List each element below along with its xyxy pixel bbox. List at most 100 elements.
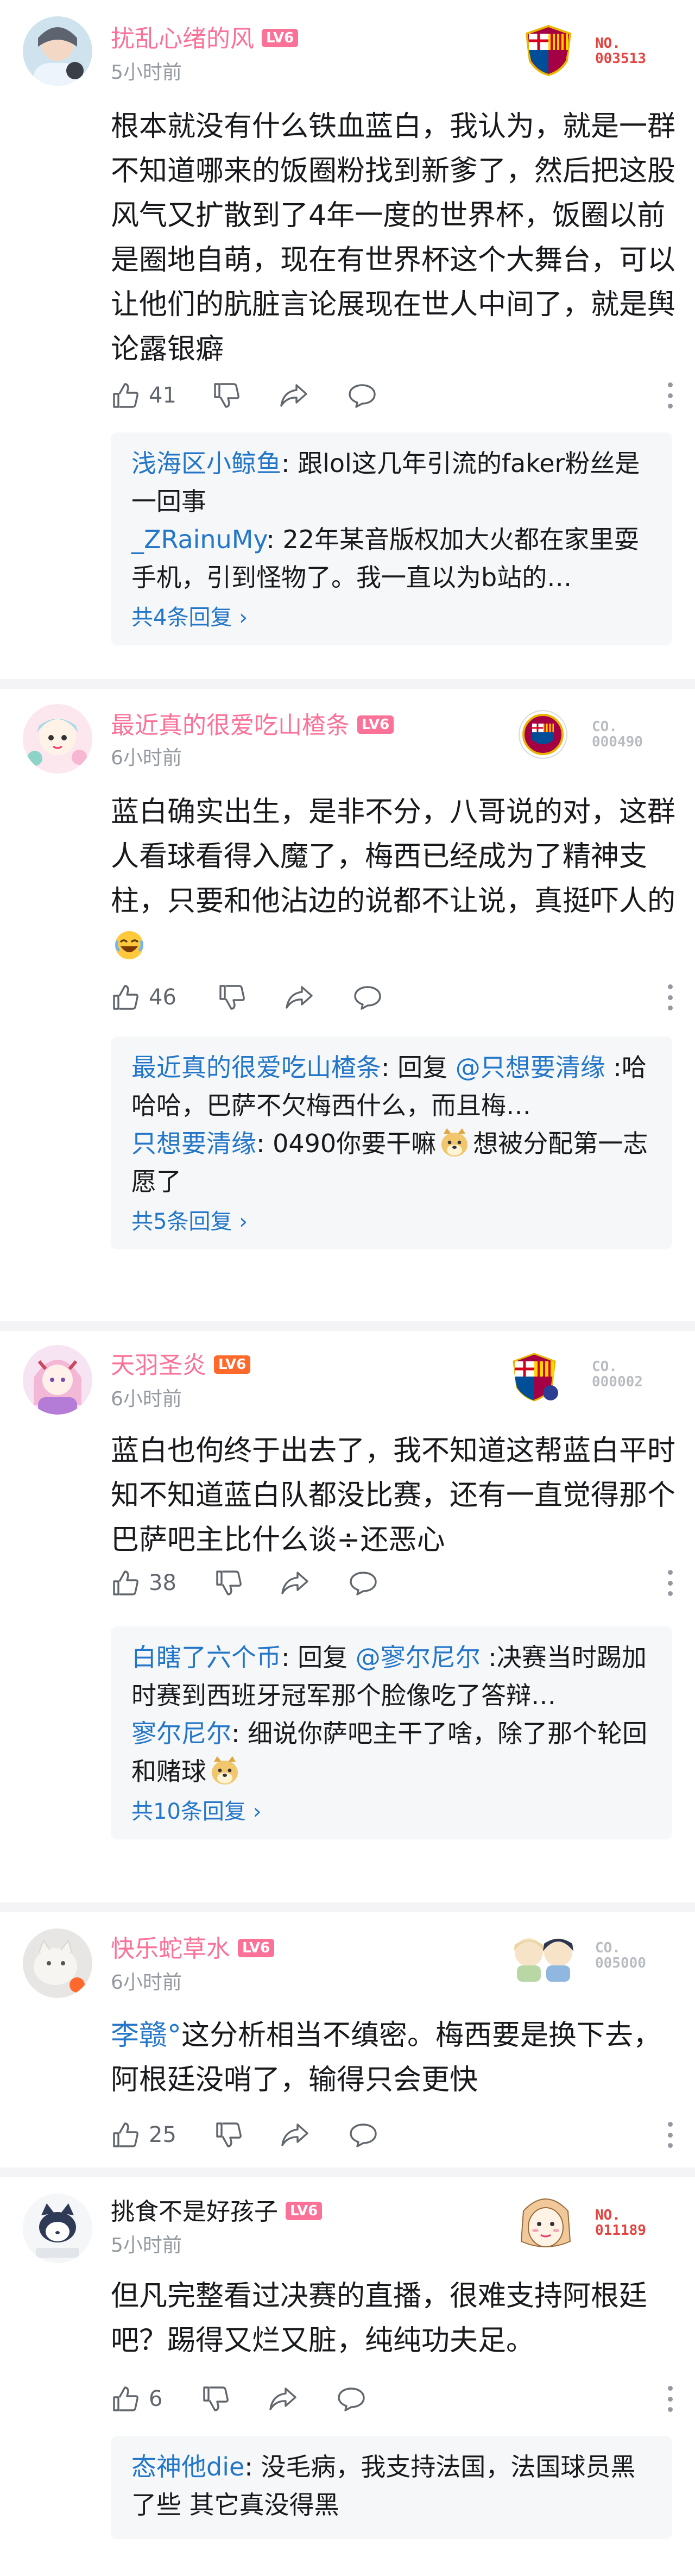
like-button[interactable]: 46 [111,981,176,1014]
comment-content: 根本就没有什么铁血蓝白，我认为，就是一群不知道哪来的饭圈粉找到新爹了，然后把这股… [111,110,676,366]
doge-emoji [208,1754,241,1787]
reply-preview[interactable]: 态神他die: 没毛病，我支持法国，法国球员黑了些 其它真没得黑 [111,2436,672,2539]
dislike-button[interactable] [212,379,241,412]
dislike-icon [214,1568,243,1598]
share-button[interactable] [268,2383,298,2415]
avatar[interactable] [23,704,92,774]
share-button[interactable] [280,2119,309,2151]
username[interactable]: 扰乱心绪的风 LV6 [111,24,299,54]
more-icon[interactable] [665,2386,675,2412]
like-count: 41 [149,383,176,408]
fan-badge-icon [516,2189,576,2254]
level-badge: LV6 [214,1355,251,1374]
reply-author[interactable]: 寥尔尼尔 [131,1719,231,1748]
like-button[interactable]: 41 [111,379,176,412]
share-button[interactable] [280,1567,309,1599]
fan-badge-number: NO. 003513 [595,35,646,67]
comment-item: 挑食不是好孩子 LV6 5小时前 NO. 011189 但凡完整看过决赛的直播，很… [0,2177,695,2576]
share-icon [280,2120,309,2150]
dislike-button[interactable] [214,1567,243,1599]
fan-badge-icon [516,707,570,762]
reply-item[interactable]: 态神他die: 没毛病，我支持法国，法国球员黑了些 其它真没得黑 [131,2448,652,2524]
comment-icon [349,1568,378,1598]
like-count: 25 [149,2122,176,2147]
reply-button[interactable] [349,2119,378,2151]
fan-badge-number: CO. 000490 [592,719,643,750]
comment-actions: 38 [111,1567,675,1599]
share-button[interactable] [285,981,314,1014]
share-button[interactable] [279,379,308,412]
content-mention[interactable]: 李赣° [111,2019,181,2052]
username[interactable]: 挑食不是好孩子 LV6 [111,2197,323,2227]
avatar[interactable] [23,2194,92,2263]
like-button[interactable]: 25 [111,2119,176,2151]
more-icon[interactable] [665,984,675,1010]
reply-mention[interactable]: @只想要清缘 [456,1053,605,1082]
reply-item[interactable]: _ZRainuMy: 22年某音版权加大火都在家里耍手机，引到怪物了。我一直以为… [131,520,652,596]
comment-icon [353,983,382,1012]
like-button[interactable]: 6 [111,2383,162,2415]
reply-button[interactable] [348,379,377,412]
reply-item[interactable]: 寥尔尼尔: 细说你萨吧主干了啥，除了那个轮回和赌球 [131,1714,652,1790]
more-icon[interactable] [665,382,675,409]
divider [0,1321,695,1331]
reply-preview[interactable]: 最近真的很爱吃山楂条: 回复 @只想要清缘 :哈哈哈，巴萨不欠梅西什么，而且梅…… [111,1036,672,1249]
comment-content: 但凡完整看过决赛的直播，很难支持阿根廷吧？踢得又烂又脏，纯纯功夫足。 [111,2280,648,2357]
laugh-emoji [113,929,146,962]
fan-badge-icon [521,23,576,77]
level-badge: LV6 [286,2202,323,2220]
dislike-icon [217,983,247,1012]
divider [0,679,695,689]
like-icon [111,1568,140,1598]
reply-item[interactable]: 只想要清缘: 0490你要干嘛 想被分配第一志愿了 [131,1124,652,1201]
doge-emoji [438,1126,471,1159]
timestamp: 6小时前 [111,1388,182,1410]
more-icon[interactable] [665,1570,675,1596]
view-more-replies[interactable]: 共10条回复 › [131,1794,652,1830]
reply-button[interactable] [349,1567,378,1599]
reply-item[interactable]: 白瞎了六个币: 回复 @寥尔尼尔 :决赛当时踢加时赛到西班牙冠军那个脸像吃了答辩… [131,1638,652,1714]
reply-button[interactable] [353,981,382,1014]
share-icon [279,381,308,410]
level-badge: LV6 [238,1939,275,1957]
reply-preview[interactable]: 白瞎了六个币: 回复 @寥尔尼尔 :决赛当时踢加时赛到西班牙冠军那个脸像吃了答辩… [111,1626,672,1839]
dislike-button[interactable] [214,2119,243,2151]
avatar[interactable] [23,16,92,86]
comment-icon [349,2120,378,2150]
view-more-replies[interactable]: 共4条回复 › [131,600,652,636]
comment-icon [337,2384,366,2414]
reply-author[interactable]: 只想要清缘 [131,1129,256,1158]
comment-content: 蓝白也佝终于出去了，我不知道这帮蓝白平时知不知道蓝白队都没比赛，还有一直觉得那个… [111,1435,676,1556]
dislike-icon [201,2384,230,2414]
username[interactable]: 最近真的很爱吃山楂条 LV6 [111,711,394,741]
reply-author[interactable]: 态神他die [131,2452,244,2481]
more-icon[interactable] [665,2122,675,2148]
reply-author[interactable]: 最近真的很爱吃山楂条 [131,1053,381,1082]
username[interactable]: 快乐蛇草水 LV6 [111,1934,275,1964]
fan-badge-icon [507,1349,561,1404]
timestamp: 6小时前 [111,747,182,769]
like-count: 46 [149,985,176,1010]
reply-item[interactable]: 浅海区小鲸鱼: 跟lol这几年引流的faker粉丝是一回事 [131,444,652,520]
reply-preview[interactable]: 浅海区小鲸鱼: 跟lol这几年引流的faker粉丝是一回事 _ZRainuMy:… [111,432,672,645]
view-more-replies[interactable]: 共5条回复 › [131,1204,652,1240]
reply-button[interactable] [337,2383,366,2415]
level-badge: LV6 [262,29,299,47]
comment-actions: 46 [111,981,675,1014]
reply-item[interactable]: 最近真的很爱吃山楂条: 回复 @只想要清缘 :哈哈哈，巴萨不欠梅西什么，而且梅… [131,1048,652,1124]
share-icon [280,1568,309,1598]
like-icon [111,381,140,410]
comment-item: 最近真的很爱吃山楂条 LV6 6小时前 CO. 000490 蓝白确实出生，是非不… [0,689,695,1321]
reply-mention[interactable]: @寥尔尼尔 [356,1643,481,1672]
level-badge: LV6 [357,715,394,734]
avatar[interactable] [23,1928,92,1998]
dislike-button[interactable] [201,2383,230,2415]
like-button[interactable]: 38 [111,1567,176,1599]
reply-author[interactable]: 白瞎了六个币 [131,1643,281,1672]
username[interactable]: 天羽圣炎 LV6 [111,1350,251,1381]
avatar[interactable] [23,1345,92,1415]
dislike-button[interactable] [217,981,247,1014]
comment-actions: 41 [111,379,675,412]
reply-author[interactable]: 浅海区小鲸鱼 [131,449,281,478]
reply-author[interactable]: _ZRainuMy [131,525,266,554]
